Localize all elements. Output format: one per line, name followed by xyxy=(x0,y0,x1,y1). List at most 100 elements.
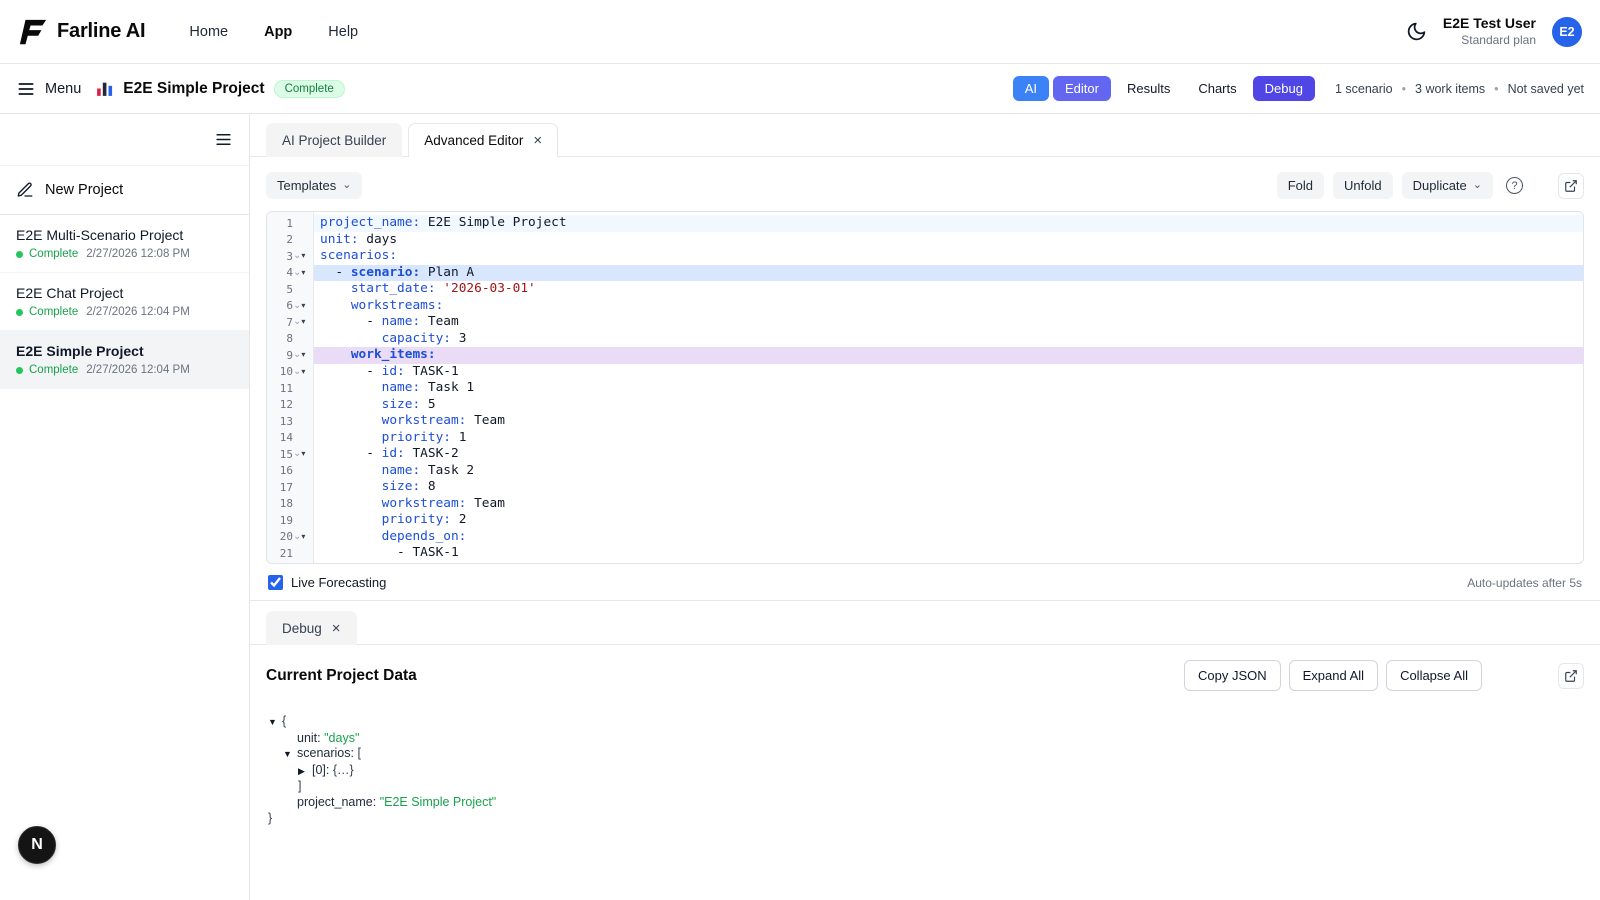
tab-label: AI Project Builder xyxy=(282,133,386,148)
project-list-item-e2e-chat-project[interactable]: E2E Chat ProjectComplete2/27/2026 12:04 … xyxy=(0,273,249,331)
duplicate-dropdown[interactable]: Duplicate ⌄ xyxy=(1402,172,1493,199)
fold-toggle-icon[interactable]: ⌄▾ xyxy=(293,449,312,459)
fold-chevron-icon: ⌄ xyxy=(293,301,301,311)
editor-open-external-button[interactable] xyxy=(1558,173,1584,199)
line-number: 21 xyxy=(267,547,293,560)
project-status: Complete xyxy=(29,248,78,260)
tab-advanced-editor[interactable]: Advanced Editor × xyxy=(408,123,558,157)
dark-mode-toggle[interactable] xyxy=(1406,21,1427,42)
collapse-toggle-icon[interactable]: ▼ xyxy=(283,747,297,763)
nav-item-home[interactable]: Home xyxy=(189,24,228,40)
copy-json-button[interactable]: Copy JSON xyxy=(1184,660,1281,691)
unfold-button[interactable]: Unfold xyxy=(1333,172,1393,199)
code-text: project_name: E2E Simple Project xyxy=(314,215,1583,232)
nav-item-help[interactable]: Help xyxy=(328,24,358,40)
view-btn-results[interactable]: Results xyxy=(1115,76,1182,101)
help-icon[interactable]: ? xyxy=(1506,177,1523,194)
fold-chevron-icon: ⌄ xyxy=(293,367,301,377)
yaml-editor[interactable]: 1project_name: E2E Simple Project2unit: … xyxy=(266,211,1584,564)
line-gutter: 1 xyxy=(267,215,314,232)
debug-open-external-button[interactable] xyxy=(1558,663,1584,689)
expand-toggle-icon[interactable]: ▶ xyxy=(298,764,312,780)
tab-ai-project-builder[interactable]: AI Project Builder xyxy=(266,123,402,157)
sidebar-collapse-icon[interactable] xyxy=(214,130,233,149)
bar-chart-icon xyxy=(95,79,114,98)
collapse-all-button[interactable]: Collapse All xyxy=(1386,660,1482,691)
code-text: capacity: 3 xyxy=(314,331,1583,348)
brand: Farline AI xyxy=(18,17,145,47)
project-date: 2/27/2026 12:04 PM xyxy=(86,306,190,318)
json-tree-row-5: project_name: "E2E Simple Project" xyxy=(268,795,1584,811)
view-btn-editor[interactable]: Editor xyxy=(1053,76,1111,101)
code-text: - scenario: Plan A xyxy=(314,265,1583,282)
fold-button[interactable]: Fold xyxy=(1277,172,1324,199)
line-number: 13 xyxy=(267,415,293,428)
code-line-12: 12 size: 5 xyxy=(267,397,1583,414)
new-project-button[interactable]: New Project xyxy=(0,166,249,215)
external-link-icon xyxy=(1564,669,1578,683)
line-gutter: 20⌄▾ xyxy=(267,529,314,546)
line-gutter: 21 xyxy=(267,545,314,562)
status-dot-icon xyxy=(16,251,23,258)
status-badge: Complete xyxy=(274,80,345,98)
project-name: E2E Multi-Scenario Project xyxy=(16,227,233,243)
view-btn-ai[interactable]: AI xyxy=(1013,76,1049,101)
code-line-1: 1project_name: E2E Simple Project xyxy=(267,215,1583,232)
line-gutter: 14 xyxy=(267,430,314,447)
line-number: 19 xyxy=(267,514,293,527)
avatar[interactable]: E2 xyxy=(1552,17,1582,47)
fold-toggle-icon[interactable]: ⌄▾ xyxy=(293,350,312,360)
code-line-3: 3⌄▾scenarios: xyxy=(267,248,1583,265)
json-tree-row-0: ▼{ xyxy=(268,714,1584,731)
code-text: work_items: xyxy=(314,347,1583,364)
close-icon[interactable]: × xyxy=(332,621,341,636)
expand-all-button[interactable]: Expand All xyxy=(1289,660,1378,691)
code-line-9: 9⌄▾ work_items: xyxy=(267,347,1583,364)
fold-toggle-icon[interactable]: ⌄▾ xyxy=(293,251,312,261)
fold-chevron-icon: ⌄ xyxy=(293,532,301,542)
pencil-icon xyxy=(16,181,34,199)
templates-dropdown[interactable]: Templates ⌄ xyxy=(266,172,362,199)
line-number: 9 xyxy=(267,349,293,362)
line-number: 14 xyxy=(267,431,293,444)
fold-toggle-icon[interactable]: ⌄▾ xyxy=(293,367,312,377)
line-gutter: 22⌄▾ xyxy=(267,562,314,565)
code-line-13: 13 workstream: Team xyxy=(267,413,1583,430)
line-number: 18 xyxy=(267,497,293,510)
nav-item-app[interactable]: App xyxy=(264,24,292,40)
project-list-item-e2e-multi-scenario-project[interactable]: E2E Multi-Scenario ProjectComplete2/27/2… xyxy=(0,215,249,273)
status-dot-icon xyxy=(16,309,23,316)
fold-toggle-icon[interactable]: ⌄▾ xyxy=(293,268,312,278)
view-btn-debug[interactable]: Debug xyxy=(1253,76,1315,101)
view-btn-charts[interactable]: Charts xyxy=(1186,76,1248,101)
menu-button[interactable]: Menu xyxy=(16,79,81,99)
fold-toggle-icon[interactable]: ⌄▾ xyxy=(293,301,312,311)
code-line-6: 6⌄▾ workstreams: xyxy=(267,298,1583,315)
fold-toggle-icon[interactable]: ⌄▾ xyxy=(293,317,312,327)
meta-separator: • xyxy=(1402,82,1406,96)
fold-triangle-icon: ▾ xyxy=(301,368,305,376)
close-icon[interactable]: × xyxy=(533,133,542,148)
code-line-11: 11 name: Task 1 xyxy=(267,380,1583,397)
project-list-item-e2e-simple-project[interactable]: E2E Simple ProjectComplete2/27/2026 12:0… xyxy=(0,331,249,389)
meta-item-not-saved-yet: Not saved yet xyxy=(1508,82,1584,96)
live-forecasting-checkbox[interactable] xyxy=(268,575,283,590)
tab-label: Debug xyxy=(282,621,322,636)
content-area: New Project E2E Multi-Scenario Project Co… xyxy=(0,114,1600,900)
line-gutter: 18 xyxy=(267,496,314,513)
editor-tabs: AI Project Builder Advanced Editor × xyxy=(250,114,1600,157)
new-project-label: New Project xyxy=(45,182,123,198)
project-bar: Menu E2E Simple Project Complete AIEdito… xyxy=(0,64,1600,114)
line-number: 17 xyxy=(267,481,293,494)
editor-section: Templates ⌄ Fold Unfold Duplicate ⌄ ? xyxy=(250,157,1600,600)
line-number: 3 xyxy=(267,250,293,263)
fold-chevron-icon: ⌄ xyxy=(293,317,301,327)
tab-debug[interactable]: Debug × xyxy=(266,611,357,645)
nextjs-devtools-button[interactable]: N xyxy=(18,826,56,864)
line-number: 15 xyxy=(267,448,293,461)
fold-toggle-icon[interactable]: ⌄▾ xyxy=(293,532,312,542)
json-tree-row-6: } xyxy=(268,811,1584,827)
collapse-toggle-icon[interactable]: ▼ xyxy=(268,715,282,731)
code-line-21: 21 - TASK-1 xyxy=(267,545,1583,562)
live-forecasting-toggle[interactable]: Live Forecasting xyxy=(268,575,386,590)
